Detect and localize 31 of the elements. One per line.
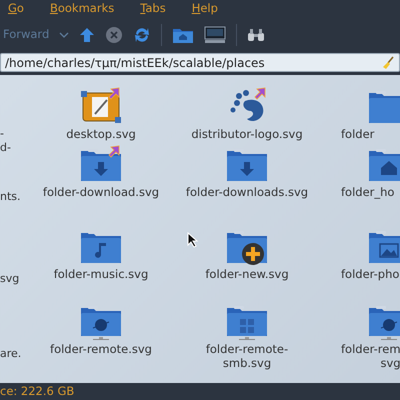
broom-icon[interactable] — [381, 56, 395, 70]
home-folder-icon[interactable] — [172, 26, 194, 44]
monitor-icon[interactable] — [204, 26, 226, 44]
file-name[interactable]: nts. — [0, 190, 21, 204]
file-name[interactable]: folder — [341, 127, 374, 142]
menu-item[interactable]: Tabs — [140, 0, 166, 18]
free-space-text: ce: 222.6 GB — [0, 382, 74, 400]
address-field[interactable]: /home/charles/τμπ/mistEEk/scalable/places — [0, 53, 400, 72]
binoculars-icon[interactable] — [247, 28, 266, 42]
file-name[interactable]: folder-pho — [341, 267, 400, 282]
file-name[interactable]: folder_ho — [341, 185, 394, 200]
file-name[interactable]: folder-remote.svg — [50, 342, 152, 356]
file-name[interactable]: d- — [0, 141, 11, 155]
reload-icon[interactable] — [133, 26, 152, 44]
up-arrow-icon[interactable] — [79, 27, 96, 43]
dropdown-caret-icon[interactable] — [59, 32, 70, 38]
file-name[interactable]: folder-music.svg — [54, 267, 148, 282]
menu-item[interactable]: Help — [192, 0, 218, 18]
menu-item[interactable]: Go — [8, 0, 24, 18]
file-name[interactable]: folder-rem svg — [341, 342, 400, 371]
file-name[interactable]: distributor-logo.svg — [191, 127, 303, 142]
file-name[interactable]: svg — [0, 272, 20, 286]
file-name[interactable]: folder-downloads.svg — [186, 185, 308, 200]
file-name[interactable]: folder-new.svg — [205, 267, 289, 282]
menu-item[interactable]: Bookmarks — [50, 0, 114, 18]
file-name[interactable]: are. — [0, 347, 22, 361]
file-name[interactable]: - — [0, 127, 4, 141]
file-name[interactable]: folder-download.svg — [42, 185, 160, 200]
file-name[interactable]: folder-remote-smb.svg — [192, 342, 302, 371]
file-name[interactable]: desktop.svg — [66, 127, 136, 142]
mouse-pointer-icon — [187, 232, 199, 248]
